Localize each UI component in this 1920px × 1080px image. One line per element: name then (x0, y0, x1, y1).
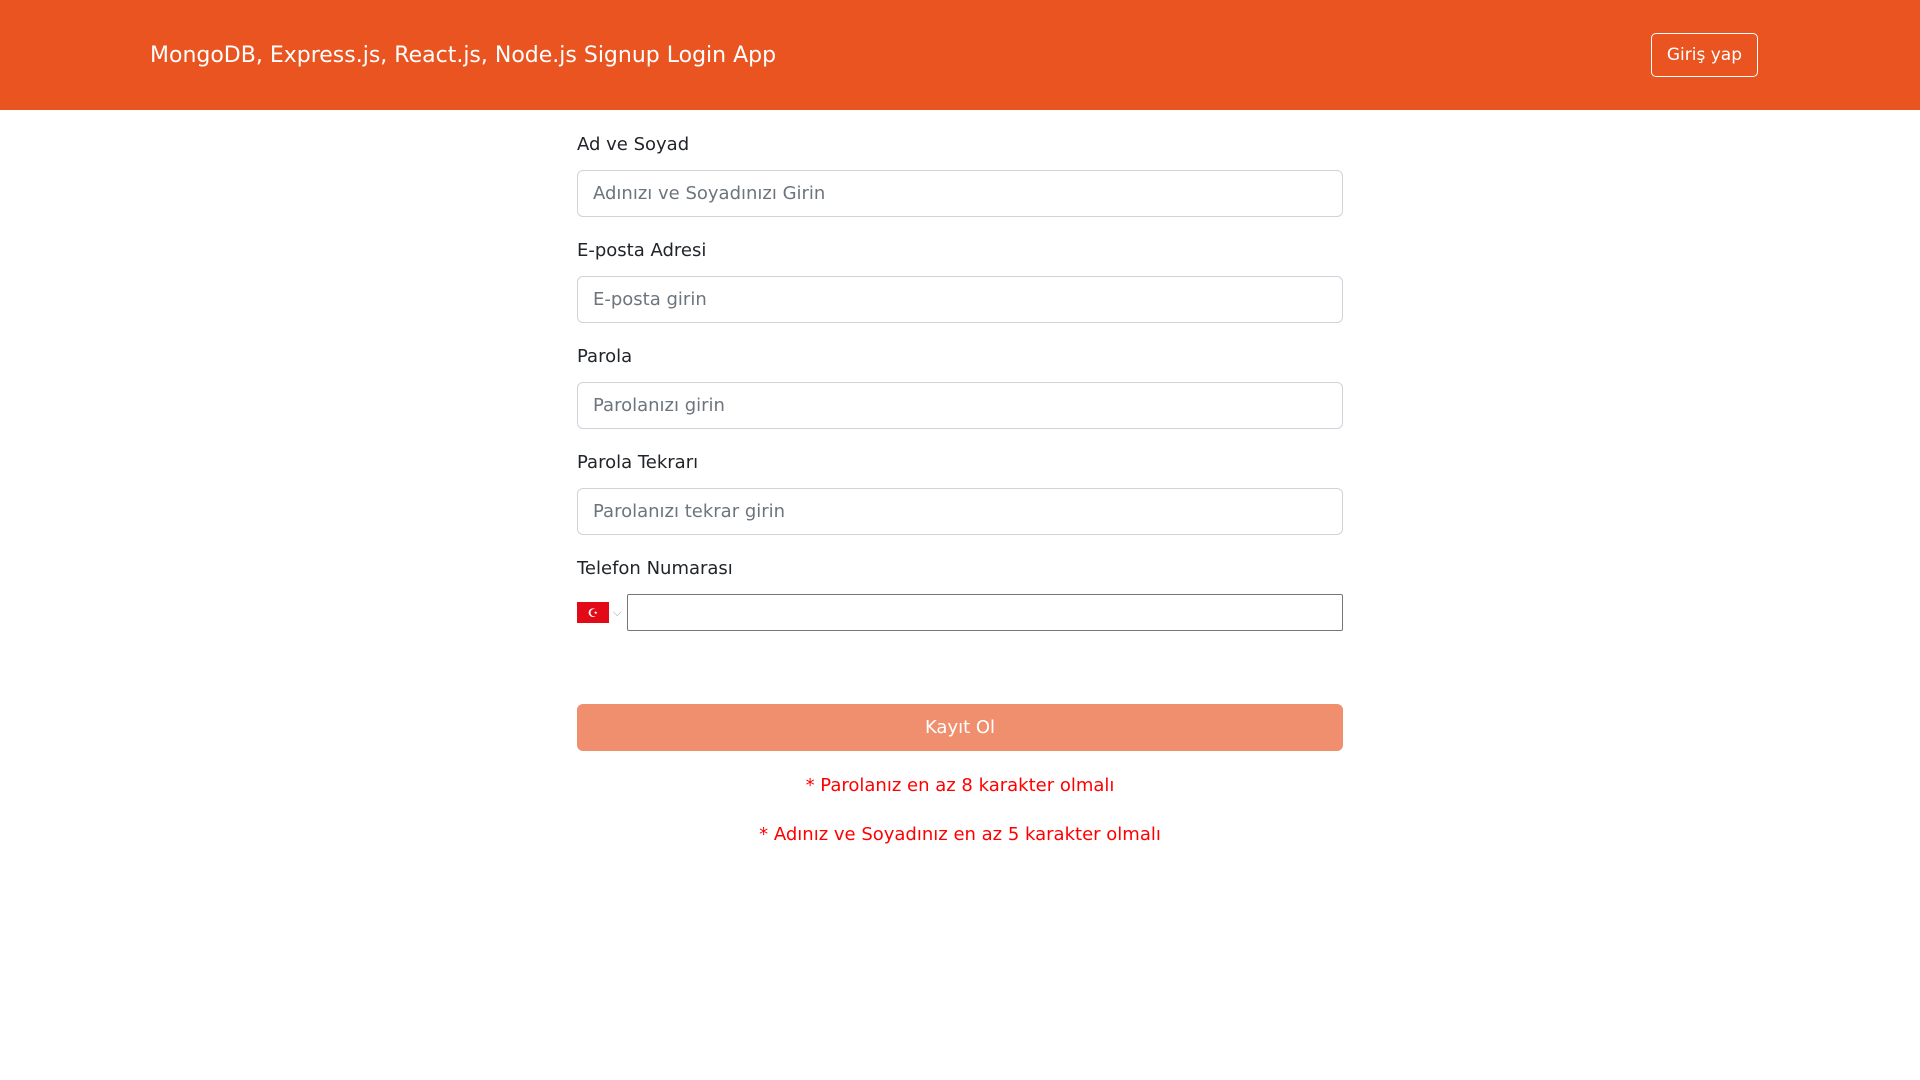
password-label: Parola (577, 346, 633, 367)
country-select[interactable]: ☪ ⌵ (577, 594, 627, 631)
chevron-down-icon: ⌵ (613, 605, 622, 619)
error-message: * Parolanız en az 8 karakter olmalı (805, 775, 1115, 796)
navbar: MongoDB, Express.js, React.js, Node.js S… (0, 0, 1920, 110)
password-repeat-group: Parola Tekrarı (577, 452, 1343, 535)
password-repeat-label: Parola Tekrarı (577, 452, 699, 473)
turkey-flag-icon: ☪ (577, 602, 609, 623)
app-title[interactable]: MongoDB, Express.js, React.js, Node.js S… (150, 43, 776, 68)
signup-button[interactable]: Kayıt Ol (577, 704, 1343, 751)
name-group: Ad ve Soyad (577, 134, 1343, 217)
phone-input[interactable] (627, 594, 1343, 631)
email-label: E-posta Adresi (577, 240, 707, 261)
signup-form: Ad ve Soyad E-posta Adresi Parola Parola… (577, 110, 1343, 845)
name-input[interactable] (577, 170, 1343, 217)
password-group: Parola (577, 346, 1343, 429)
email-group: E-posta Adresi (577, 240, 1343, 323)
login-button[interactable]: Giriş yap (1650, 33, 1758, 77)
phone-row: ☪ ⌵ (577, 594, 1343, 631)
error-message: * Adınız ve Soyadınız en az 5 karakter o… (759, 824, 1161, 845)
email-input[interactable] (577, 276, 1343, 323)
password-input[interactable] (577, 382, 1343, 429)
name-label: Ad ve Soyad (577, 134, 690, 155)
password-repeat-input[interactable] (577, 488, 1343, 535)
phone-group: Telefon Numarası ☪ ⌵ (577, 558, 1343, 631)
phone-label: Telefon Numarası (577, 558, 733, 579)
